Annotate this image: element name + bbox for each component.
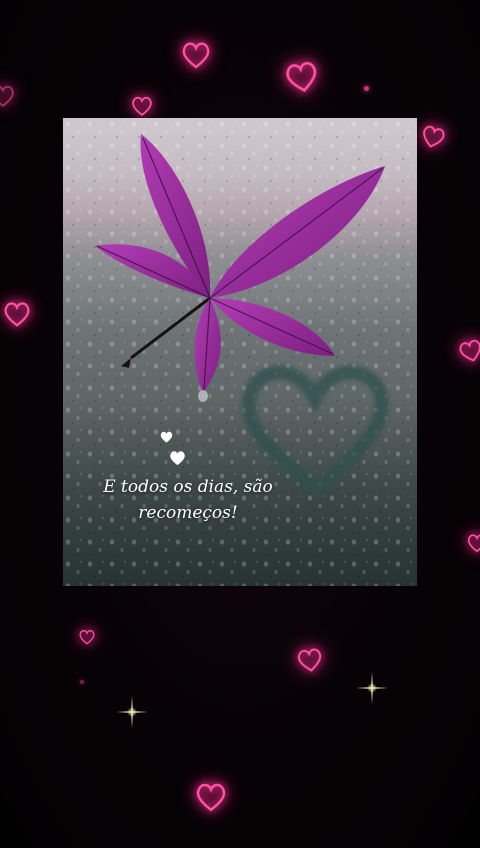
caption-text: E todos os dias, são recomeços!	[63, 474, 313, 526]
heart-outline-icon	[182, 42, 210, 69]
glow-dot	[80, 680, 84, 684]
wallpaper-canvas: E todos os dias, são recomeços!	[0, 0, 480, 848]
heart-outline-icon	[79, 629, 95, 645]
heart-outline-icon	[422, 125, 445, 148]
caption-line-2: recomeços!	[138, 503, 238, 523]
heart-outline-icon	[467, 534, 480, 553]
heart-outline-icon	[459, 339, 480, 362]
small-white-heart-icon	[160, 431, 173, 443]
sparkle-star-icon	[356, 672, 388, 704]
heart-outline-icon	[132, 96, 152, 116]
sparkle-star-icon	[116, 696, 148, 728]
heart-outline-icon	[286, 61, 317, 92]
small-white-heart-icon	[170, 451, 185, 466]
glow-dot	[364, 86, 369, 91]
heart-outline-icon	[196, 783, 226, 812]
heart-outline-icon	[297, 648, 322, 672]
heart-outline-icon	[4, 302, 30, 327]
heart-outline-icon	[0, 85, 14, 107]
caption-line-1: E todos os dias, são	[103, 477, 273, 497]
